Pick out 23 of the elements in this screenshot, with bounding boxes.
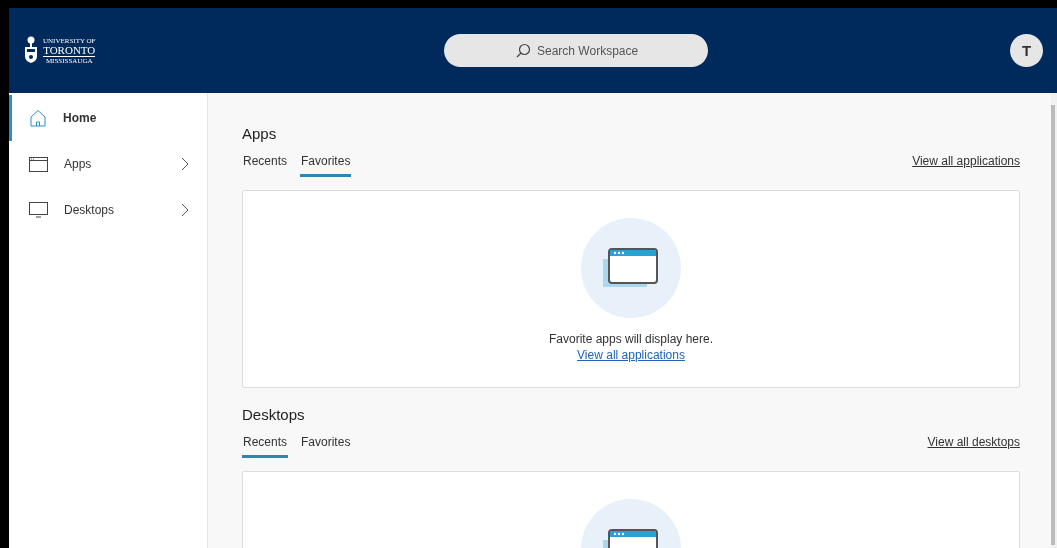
chevron-right-icon (181, 203, 189, 217)
view-all-link[interactable]: View all desktops (927, 435, 1020, 449)
logo-text: TORONTO (43, 44, 96, 57)
search-field[interactable]: Search Workspace (444, 34, 708, 67)
view-all-link[interactable]: View all applications (912, 154, 1020, 168)
monitor-icon (29, 202, 48, 218)
section-title: Apps (242, 125, 278, 142)
view-all-link[interactable]: View all applications (577, 348, 685, 362)
tab[interactable]: Favorites (300, 435, 352, 458)
sidebar-item[interactable]: Desktops (9, 187, 207, 233)
scrollbar[interactable] (1051, 93, 1057, 548)
window-icon (29, 156, 48, 172)
section-title: Desktops (242, 406, 306, 423)
sidebar-item[interactable]: Home (9, 95, 207, 141)
home-icon (29, 109, 47, 127)
chevron-right-icon (181, 157, 189, 171)
tab[interactable]: Recents (242, 154, 289, 177)
tab[interactable]: Favorites (300, 154, 352, 177)
tab[interactable]: Recents (242, 435, 289, 458)
user-avatar[interactable]: T (1010, 34, 1043, 67)
sidebar-item[interactable]: Apps (9, 141, 207, 187)
crest-icon (24, 35, 38, 66)
empty-state-message: Favorite apps will display here. (548, 332, 714, 346)
